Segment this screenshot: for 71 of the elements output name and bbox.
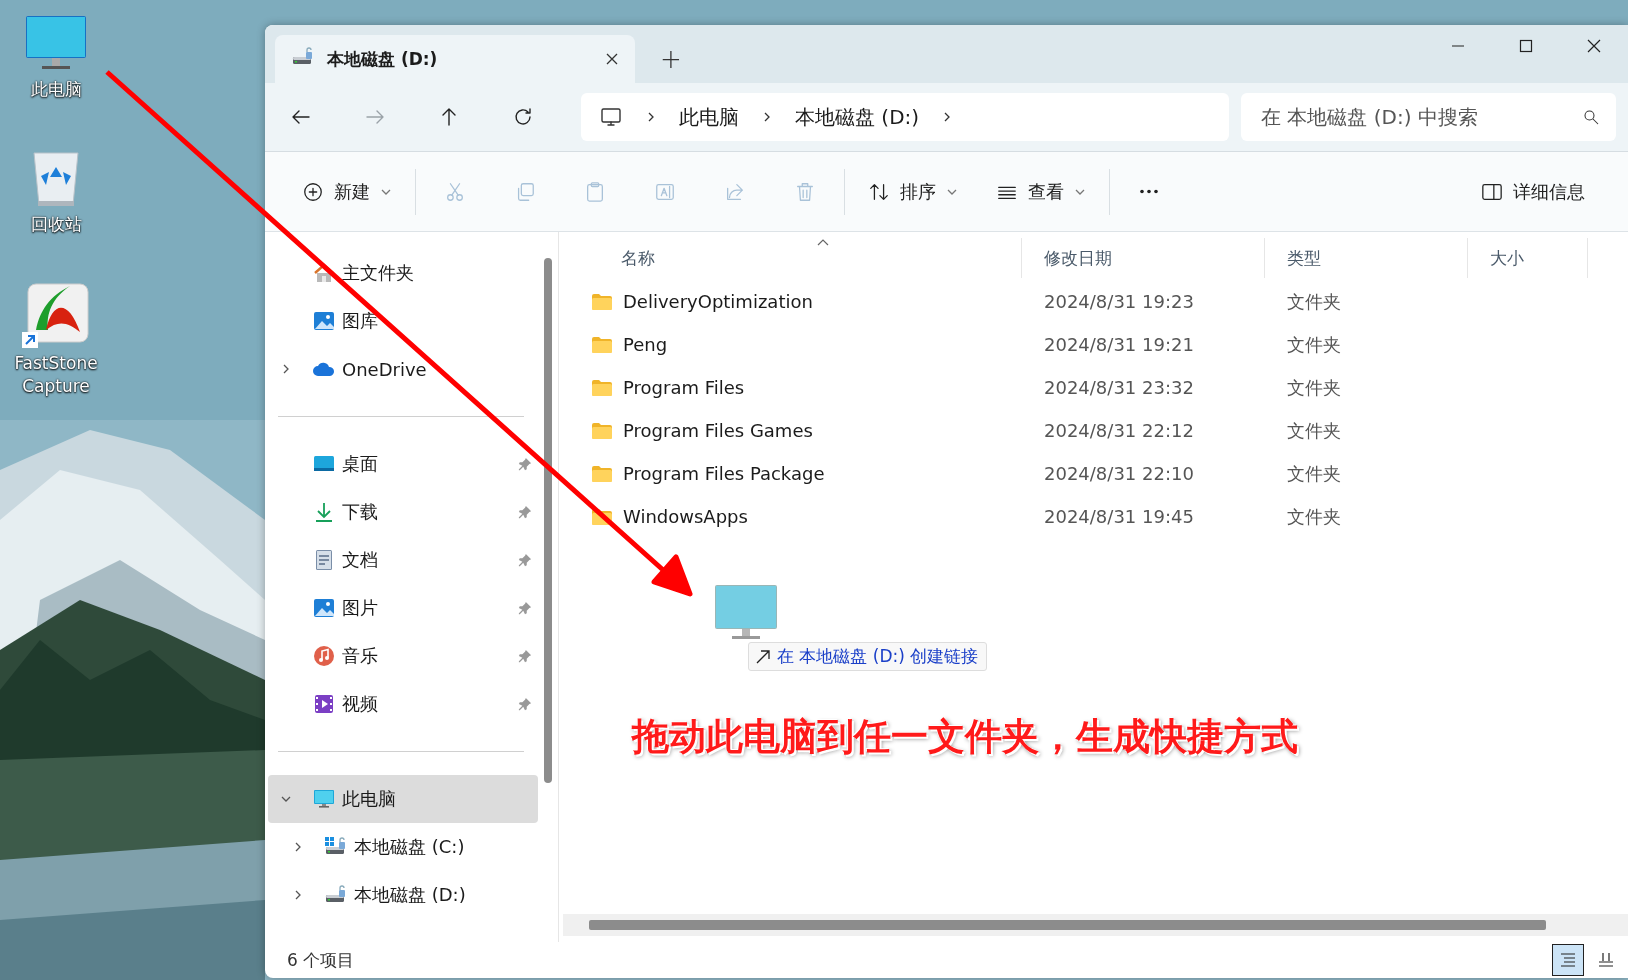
folder-icon — [591, 421, 613, 440]
file-name[interactable]: DeliveryOptimization — [623, 291, 813, 312]
date-cell-text: 2024/8/31 22:12 — [1043, 420, 1195, 441]
tab-title: 本地磁盘 (D:) — [327, 47, 439, 71]
nav-item[interactable]: 本地磁盘 (C:) — [268, 823, 538, 871]
search-field[interactable]: 在 本地磁盘 (D:) 中搜索 — [1241, 93, 1616, 141]
nav-item[interactable]: 图库 — [268, 297, 538, 345]
picture-icon — [312, 309, 336, 333]
folder-icon — [591, 464, 613, 483]
type-cell-text: 文件夹 — [1286, 461, 1342, 486]
date-cell-text: 2024/8/31 19:21 — [1043, 334, 1195, 355]
close-icon[interactable] — [1586, 38, 1602, 54]
type-cell-text: 文件夹 — [1286, 418, 1342, 443]
desktop-icon-label: 此电脑 — [30, 78, 82, 101]
nav-item[interactable]: 此电脑 — [268, 775, 538, 823]
tab[interactable]: 本地磁盘 (D:) — [275, 35, 635, 83]
new-button[interactable]: 新建 — [290, 169, 404, 214]
view-toggle-button[interactable] — [1552, 944, 1584, 976]
link-arrow-icon — [755, 648, 771, 665]
scrollbar-thumb[interactable] — [544, 258, 552, 783]
breadcrumb[interactable]: 本地磁盘 (D:) — [795, 103, 920, 131]
item-count: 6 个项目 — [287, 948, 355, 972]
monitor-outline-icon — [599, 105, 623, 129]
date-cell-text: 2024/8/31 19:45 — [1043, 506, 1195, 527]
nav-item[interactable]: 音乐 — [268, 632, 538, 680]
film-icon — [312, 692, 336, 716]
details-button[interactable]: 详细信息 — [1469, 169, 1597, 214]
date-cell-text: 2024/8/31 22:10 — [1043, 463, 1195, 484]
type-cell-text: 文件夹 — [1286, 332, 1342, 357]
close-icon[interactable] — [605, 52, 619, 66]
search-icon — [1582, 108, 1600, 126]
nav-item[interactable]: 文档 — [268, 536, 538, 584]
desktop-icon-label: FastStone Capture — [13, 351, 99, 398]
picture-icon — [312, 596, 336, 620]
folder-icon — [591, 292, 613, 311]
file-name[interactable]: WindowsApps — [623, 506, 748, 527]
column-header[interactable]: 类型 — [1265, 238, 1468, 278]
nav-item[interactable]: 图片 — [268, 584, 538, 632]
folder-icon — [591, 335, 613, 354]
breadcrumb[interactable]: 此电脑 — [679, 103, 739, 131]
type-cell-text: 文件夹 — [1286, 289, 1342, 314]
nav-item[interactable]: 本地磁盘 (D:) — [268, 871, 538, 919]
folder-icon — [591, 378, 613, 397]
file-name[interactable]: Program Files — [623, 377, 745, 398]
sort-button[interactable]: 排序 — [856, 169, 970, 214]
music-icon — [312, 644, 336, 668]
file-name[interactable]: Program Files Games — [623, 420, 813, 441]
type-cell-text: 文件夹 — [1286, 504, 1342, 529]
nav-item[interactable]: 桌面 — [268, 440, 538, 488]
desktop-icon-label: 回收站 — [30, 212, 82, 236]
monitor-icon — [312, 787, 336, 811]
file-name[interactable]: Program Files Package — [623, 463, 825, 484]
nav-item[interactable]: 视频 — [268, 680, 538, 728]
column-header[interactable]: 大小 — [1468, 238, 1588, 278]
nav-item[interactable]: OneDrive — [268, 345, 538, 393]
date-cell-text: 2024/8/31 23:32 — [1043, 377, 1195, 398]
drag-tooltip: 在 本地磁盘 (D:) 创建链接 — [748, 642, 988, 671]
column-header[interactable]: 修改日期 — [1022, 238, 1265, 278]
scrollbar-thumb[interactable] — [589, 920, 1546, 930]
type-cell-text: 文件夹 — [1286, 375, 1342, 400]
list-icon — [1560, 953, 1576, 967]
file-name[interactable]: Peng — [623, 334, 668, 355]
annotation-text: 拖动此电脑到任一文件夹，生成快捷方式 — [632, 715, 1298, 758]
date-cell-text: 2024/8/31 19:23 — [1043, 291, 1195, 312]
nav-item[interactable]: 下载 — [268, 488, 538, 536]
new-tab-button[interactable]: + — [649, 37, 693, 81]
maximize-icon[interactable] — [1518, 38, 1534, 54]
tiles-icon — [1598, 953, 1614, 967]
column-header[interactable]: 名称 — [579, 238, 1022, 278]
address-bar[interactable]: 此电脑 本地磁盘 (D:) — [581, 93, 1229, 141]
view-button[interactable]: 查看 — [984, 169, 1098, 214]
